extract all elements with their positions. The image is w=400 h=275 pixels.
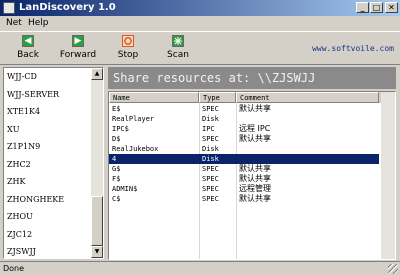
table-row-selected[interactable]: 4 Disk xyxy=(109,154,379,164)
cell-comment xyxy=(236,114,379,124)
cell-type: SPEC xyxy=(202,135,219,143)
share-resources-header: Share resources at: \\ZJSWJJ xyxy=(108,67,396,89)
status-bar: Done xyxy=(0,261,400,275)
cell-comment: 默认共享 xyxy=(239,164,271,173)
cell-type: Disk xyxy=(202,145,219,153)
scroll-up-icon[interactable]: ▲ xyxy=(91,68,103,80)
table-row[interactable]: RealPlayer Disk xyxy=(109,114,379,124)
resize-grip-icon[interactable] xyxy=(388,264,398,274)
forward-label: Forward xyxy=(59,50,97,60)
shares-table: Name Type Comment E$ SPEC 默认共享 RealPlaye… xyxy=(108,91,396,260)
cell-name: F$ xyxy=(112,175,121,183)
back-label: Back xyxy=(17,50,39,60)
cell-name: E$ xyxy=(112,105,121,113)
cell-type: SPEC xyxy=(202,165,219,173)
column-header-type[interactable]: Type xyxy=(199,92,236,103)
computer-list: WJJ-CD WJJ-SERVER XTE1K4 XU Z1P1N9 ZHC2 … xyxy=(7,68,93,258)
stop-label: Stop xyxy=(117,50,139,60)
scan-button[interactable]: Scan xyxy=(156,35,200,63)
table-row[interactable]: IPC$ IPC 远程 IPC xyxy=(109,124,379,134)
computer-item[interactable]: ZJSWJJ xyxy=(7,243,93,258)
cell-comment: 默认共享 xyxy=(239,104,271,113)
scroll-thumb[interactable] xyxy=(91,196,103,246)
cell-type: IPC xyxy=(202,125,215,133)
computer-item[interactable]: ZJC12 xyxy=(7,226,93,244)
scan-label: Scan xyxy=(167,50,189,60)
close-button[interactable]: ✕ xyxy=(385,2,398,13)
computer-item[interactable]: XU xyxy=(7,121,93,139)
forward-button[interactable]: ▶ Forward xyxy=(56,35,100,63)
computer-list-scrollbar[interactable]: ▲ ▼ xyxy=(91,68,103,258)
computer-item[interactable]: XTE1K4 xyxy=(7,103,93,121)
cell-name: 4 xyxy=(112,155,117,163)
window-title: LanDiscovery 1.0 xyxy=(19,2,116,13)
column-header-name[interactable]: Name xyxy=(109,92,199,103)
column-header-comment[interactable]: Comment xyxy=(236,92,379,103)
toolbar: ◀ Back ▶ Forward Stop Scan www.softvoile… xyxy=(0,31,400,65)
computer-item[interactable]: ZHONGHEKE xyxy=(7,191,93,209)
back-button[interactable]: ◀ Back xyxy=(6,35,50,63)
stop-button[interactable]: Stop xyxy=(106,35,150,63)
scroll-down-icon[interactable]: ▼ xyxy=(91,246,103,258)
computer-item[interactable]: ZHC2 xyxy=(7,156,93,174)
cell-comment xyxy=(236,154,379,164)
cell-type: Disk xyxy=(202,115,219,123)
table-row[interactable]: C$ SPEC 默认共享 xyxy=(109,194,379,204)
app-icon xyxy=(3,2,15,14)
cell-comment: 远程管理 xyxy=(239,184,271,193)
cell-name: RealJukebox xyxy=(112,145,159,153)
cell-comment: 远程 IPC xyxy=(239,124,271,133)
cell-type: SPEC xyxy=(202,175,219,183)
shares-table-scrollbar[interactable] xyxy=(381,92,395,259)
menu-net[interactable]: Net xyxy=(6,17,22,29)
scan-icon xyxy=(172,35,184,47)
cell-type: SPEC xyxy=(202,195,219,203)
table-row[interactable]: D$ SPEC 默认共享 xyxy=(109,134,379,144)
cell-name: ADMIN$ xyxy=(112,185,138,193)
stop-icon xyxy=(122,35,134,47)
computer-list-panel: WJJ-CD WJJ-SERVER XTE1K4 XU Z1P1N9 ZHC2 … xyxy=(3,67,104,259)
back-arrow-icon: ◀ xyxy=(22,35,34,47)
cell-type: SPEC xyxy=(202,185,219,193)
table-row[interactable]: RealJukebox Disk xyxy=(109,144,379,154)
cell-name: C$ xyxy=(112,195,121,203)
computer-item[interactable]: Z1P1N9 xyxy=(7,138,93,156)
forward-arrow-icon: ▶ xyxy=(72,35,84,47)
title-bar: LanDiscovery 1.0 _ □ ✕ xyxy=(0,0,400,16)
status-text: Done xyxy=(3,264,25,273)
table-row[interactable]: F$ SPEC 默认共享 xyxy=(109,174,379,184)
menu-help[interactable]: Help xyxy=(28,17,49,29)
menu-bar: Net Help xyxy=(0,16,400,30)
cell-name: D$ xyxy=(112,135,121,143)
computer-item[interactable]: WJJ-SERVER xyxy=(7,86,93,104)
brand-link[interactable]: www.softvoile.com xyxy=(312,44,394,53)
computer-item[interactable]: ZHOU xyxy=(7,208,93,226)
table-row[interactable]: E$ SPEC 默认共享 xyxy=(109,104,379,114)
table-header: Name Type Comment xyxy=(109,92,395,103)
cell-name: RealPlayer xyxy=(112,115,155,123)
cell-type: SPEC xyxy=(202,105,219,113)
cell-comment: 默认共享 xyxy=(239,174,271,183)
maximize-button[interactable]: □ xyxy=(370,2,383,13)
minimize-button[interactable]: _ xyxy=(356,2,369,13)
cell-comment: 默认共享 xyxy=(239,134,271,143)
computer-item[interactable]: ZHK xyxy=(7,173,93,191)
cell-comment xyxy=(236,144,379,154)
cell-type: Disk xyxy=(202,155,219,163)
cell-name: G$ xyxy=(112,165,121,173)
cell-comment: 默认共享 xyxy=(239,194,271,203)
computer-item[interactable]: WJJ-CD xyxy=(7,68,93,86)
table-row[interactable]: ADMIN$ SPEC 远程管理 xyxy=(109,184,379,194)
table-row[interactable]: G$ SPEC 默认共享 xyxy=(109,164,379,174)
cell-name: IPC$ xyxy=(112,125,129,133)
